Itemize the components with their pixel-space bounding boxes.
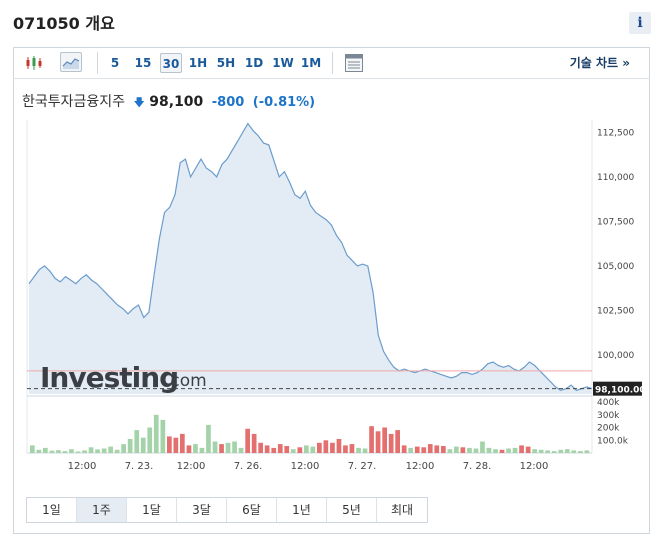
- chart-frame: [13, 47, 650, 534]
- interval-30[interactable]: 30: [160, 53, 182, 73]
- price-change-percent: (-0.81%): [252, 95, 316, 110]
- range-6mo[interactable]: 6달: [227, 498, 277, 522]
- range-max[interactable]: 최대: [377, 498, 427, 522]
- tech-chart-link[interactable]: 기술 차트 »: [570, 54, 630, 71]
- interval-5h[interactable]: 5H: [216, 53, 236, 73]
- interval-1w[interactable]: 1W: [272, 53, 294, 73]
- range-3mo[interactable]: 3달: [177, 498, 227, 522]
- toolbar-divider: [332, 52, 333, 74]
- chart-toolbar: 5 15 30 1H 5H 1D 1W 1M 기술 차트 »: [13, 47, 650, 79]
- page-title: 071050 개요: [13, 14, 115, 33]
- range-5y[interactable]: 5년: [327, 498, 377, 522]
- interval-1d[interactable]: 1D: [244, 53, 264, 73]
- instrument-name: 한국투자금융지주: [22, 94, 126, 110]
- interval-15[interactable]: 15: [133, 53, 153, 73]
- quote-header: 한국투자금융지주 🡇 98,100 -800 (-0.81%): [22, 91, 315, 113]
- down-arrow-icon: 🡇: [133, 96, 145, 109]
- interval-1h[interactable]: 1H: [188, 53, 208, 73]
- data-table-icon[interactable]: [344, 53, 364, 73]
- last-price: 98,100: [149, 94, 204, 110]
- info-button[interactable]: i: [629, 12, 651, 34]
- price-change: -800: [211, 95, 245, 110]
- area-chart-icon[interactable]: [60, 52, 82, 72]
- range-1mo[interactable]: 1달: [127, 498, 177, 522]
- interval-1m[interactable]: 1M: [300, 53, 322, 73]
- candlestick-chart-icon[interactable]: [25, 54, 43, 72]
- interval-5[interactable]: 5: [108, 53, 122, 73]
- range-1w[interactable]: 1주: [77, 498, 127, 522]
- toolbar-divider: [97, 52, 98, 74]
- range-1d[interactable]: 1일: [27, 498, 77, 522]
- range-selector: 1일 1주 1달 3달 6달 1년 5년 최대: [26, 497, 428, 523]
- range-1y[interactable]: 1년: [277, 498, 327, 522]
